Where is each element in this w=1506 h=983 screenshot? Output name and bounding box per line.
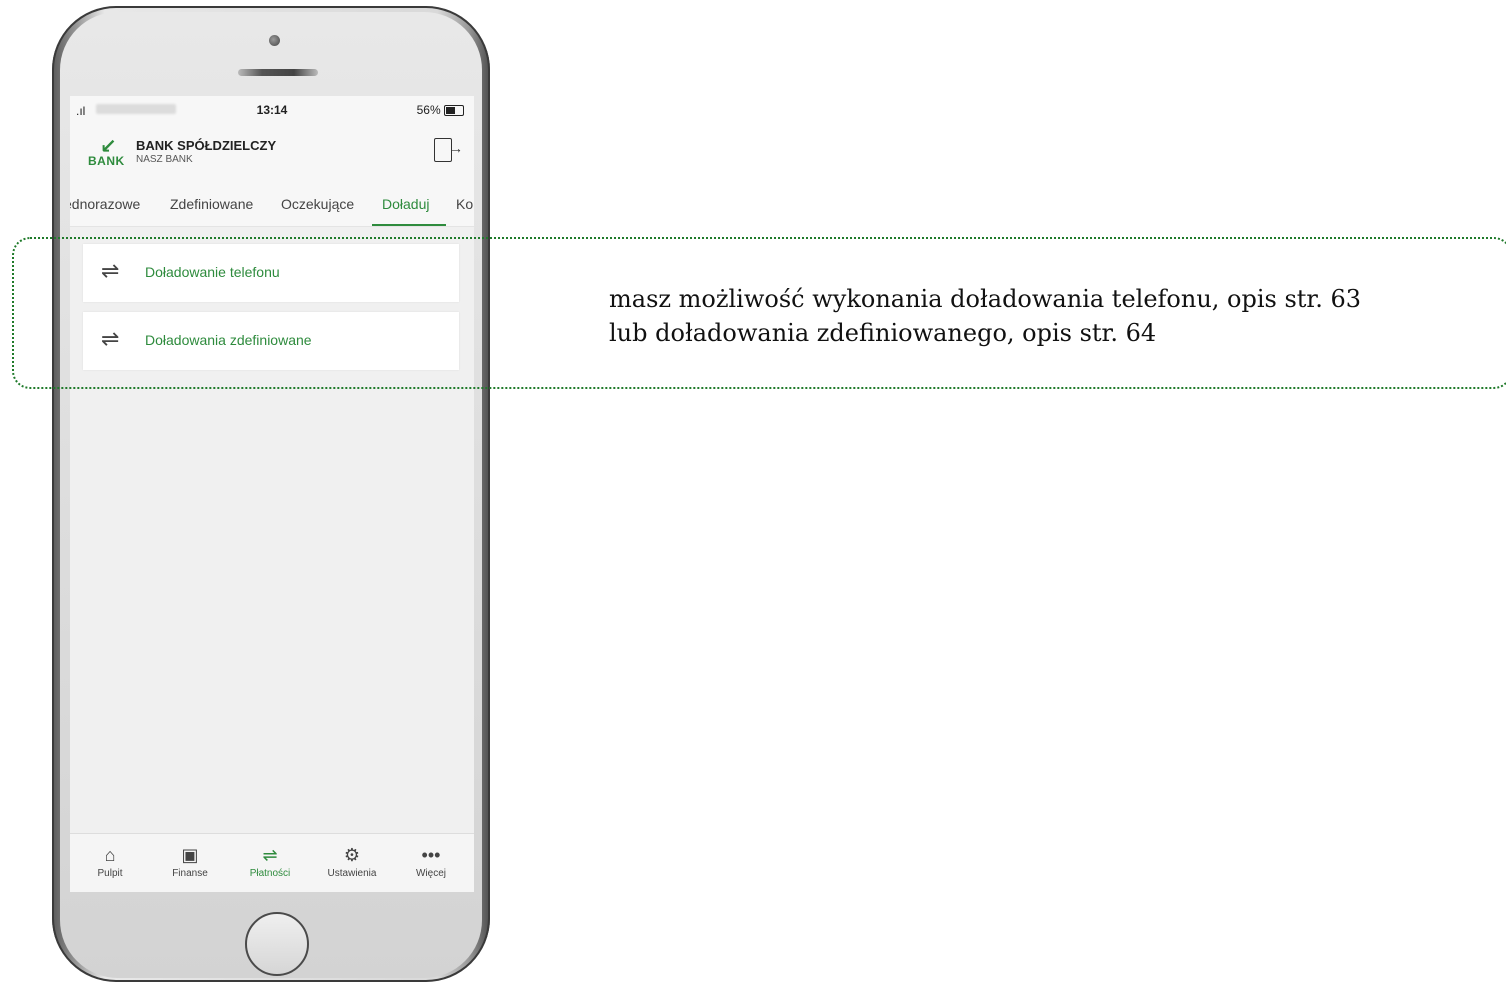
home-button[interactable] — [245, 912, 309, 976]
nav-label: Więcej — [415, 868, 446, 879]
tab-jednorazowe[interactable]: ednorazowe — [70, 196, 140, 212]
bank-name: BANK SPÓŁDZIELCZY — [136, 138, 277, 153]
tab-kody[interactable]: Ko — [456, 196, 473, 212]
annotation-line-2: lub doładowania zdefiniowanego, opis str… — [609, 319, 1157, 347]
tab-doladuj[interactable]: Doładuj — [382, 196, 429, 212]
nav-label: Płatności — [249, 868, 291, 879]
tab-zdefiniowane[interactable]: Zdefiniowane — [170, 196, 253, 212]
annotation-line-1: masz możliwość wykonania doładowania tel… — [609, 285, 1362, 313]
phone-screen: .ıl 13:14 56% ↙ BANK BANK SPÓŁDZIELCZY N… — [70, 96, 474, 892]
gear-icon: ⚙ — [343, 845, 361, 865]
nav-label: Pulpit — [97, 868, 123, 879]
battery-indicator: 56% — [417, 103, 464, 117]
active-tab-indicator — [372, 224, 446, 226]
logout-icon[interactable] — [434, 138, 463, 162]
app-header: ↙ BANK BANK SPÓŁDZIELCZY NASZ BANK — [70, 124, 474, 182]
status-time: 13:14 — [256, 103, 288, 117]
more-icon: ••• — [421, 845, 441, 865]
camera-icon — [269, 35, 280, 46]
nav-label: Ustawienia — [327, 868, 377, 879]
nav-label: Finanse — [172, 868, 208, 879]
battery-icon — [444, 105, 464, 117]
home-icon: ⌂ — [104, 845, 116, 865]
tab-oczekujace[interactable]: Oczekujące — [281, 196, 354, 212]
nav-ustawienia[interactable]: ⚙ Ustawienia — [316, 842, 388, 879]
battery-percent: 56% — [416, 103, 441, 117]
logo-text: BANK — [88, 154, 125, 168]
transfer-arrows-icon: ⇌ — [262, 845, 278, 865]
bank-subname: NASZ BANK — [136, 154, 193, 165]
nav-wiecej[interactable]: ••• Więcej — [395, 842, 467, 879]
payments-tabs: ednorazowe Zdefiniowane Oczekujące Doład… — [70, 182, 474, 227]
bank-logo: ↙ BANK — [88, 134, 128, 168]
wallet-icon: ▣ — [181, 845, 199, 865]
bottom-navigation: ⌂ Pulpit ▣ Finanse ⇌ Płatności ⚙ Ustawie… — [70, 833, 474, 892]
status-bar: .ıl 13:14 56% — [70, 96, 474, 124]
nav-pulpit[interactable]: ⌂ Pulpit — [74, 842, 146, 879]
nav-finanse[interactable]: ▣ Finanse — [154, 842, 226, 879]
nav-platnosci[interactable]: ⇌ Płatności — [234, 842, 306, 879]
annotation-text: masz możliwość wykonania doładowania tel… — [609, 282, 1361, 350]
speaker-grille — [238, 69, 318, 76]
